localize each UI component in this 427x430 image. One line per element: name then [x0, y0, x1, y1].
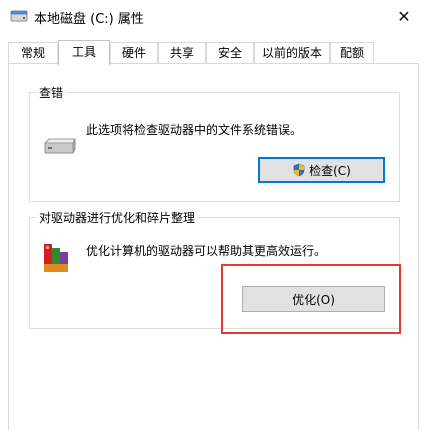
tab-previous-versions[interactable]: 以前的版本: [254, 42, 330, 63]
optimize-title: 对驱动器进行优化和碎片整理: [36, 209, 199, 226]
tab-sharing[interactable]: 共享: [158, 42, 206, 63]
check-button[interactable]: 检查(C): [258, 157, 385, 183]
tab-general[interactable]: 常规: [8, 42, 58, 63]
error-check-description: 此选项将检查驱动器中的文件系统错误。: [86, 123, 303, 137]
optimize-button-label: 优化(O): [292, 292, 335, 307]
tab-tools[interactable]: 工具: [58, 40, 110, 65]
drive-icon: [42, 137, 76, 160]
defrag-icon: [42, 240, 72, 277]
tab-hardware[interactable]: 硬件: [110, 42, 158, 63]
close-icon: ✕: [397, 6, 411, 26]
tab-security[interactable]: 安全: [206, 42, 254, 63]
check-button-label: 检查(C): [309, 163, 351, 178]
drive-title-icon: [10, 9, 28, 23]
background-window-edge: [0, 62, 5, 76]
window-title: 本地磁盘 (C:) 属性: [34, 12, 144, 27]
optimize-group: 对驱动器进行优化和碎片整理 优化计算机的驱动器可以帮助其更高效运行。 优化(O): [29, 209, 400, 329]
optimize-button[interactable]: 优化(O): [242, 286, 385, 312]
tab-quota[interactable]: 配额: [330, 42, 374, 63]
close-button[interactable]: ✕: [381, 0, 427, 32]
properties-window: 本地磁盘 (C:) 属性 ✕ 常规 工具 硬件 共享 安全 以前的版本 配额 查…: [0, 0, 427, 430]
error-check-title: 查错: [36, 84, 67, 101]
optimize-description: 优化计算机的驱动器可以帮助其更高效运行。: [86, 244, 327, 258]
error-check-group: 查错 此选项将检查驱动器中的文件系统错误。 检查(C): [29, 84, 400, 202]
title-bar: 本地磁盘 (C:) 属性 ✕: [0, 0, 427, 32]
tab-panel-tools: 查错 此选项将检查驱动器中的文件系统错误。 检查(C) 对驱动器进行优化和碎片整…: [8, 63, 419, 430]
shield-icon: [292, 163, 306, 177]
